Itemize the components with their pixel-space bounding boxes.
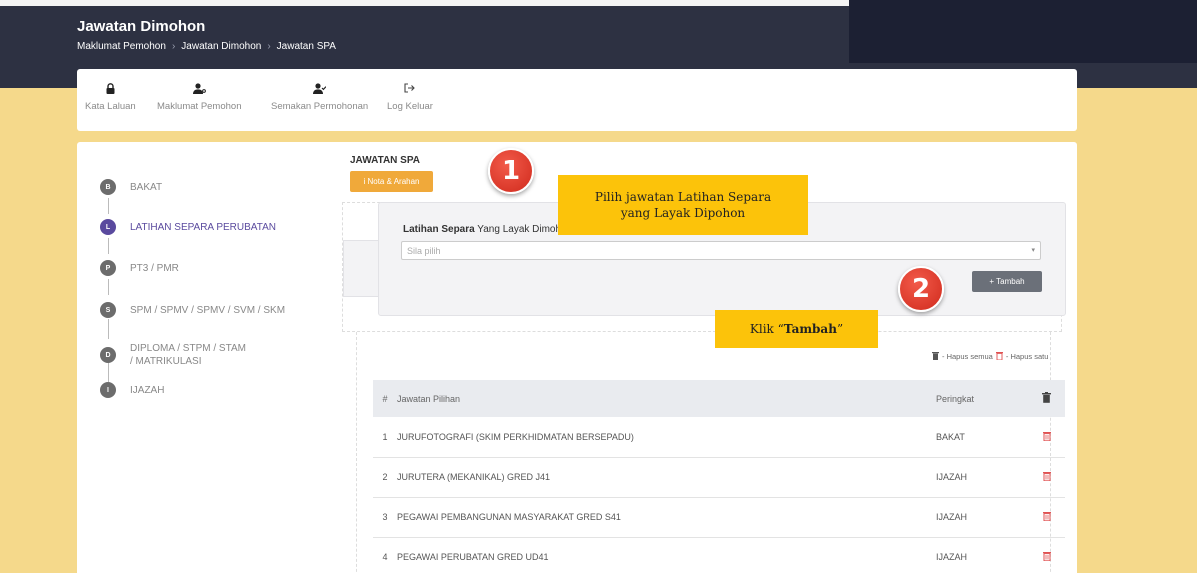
row-number: 1 bbox=[373, 417, 397, 458]
step-diploma[interactable]: D DIPLOMA / STPM / STAM / MATRIKULASI bbox=[100, 342, 250, 368]
step-badge: P bbox=[100, 260, 116, 276]
stepper-line bbox=[108, 198, 109, 214]
step-label: LATIHAN SEPARA PERUBATAN bbox=[130, 221, 276, 233]
header-corner-panel bbox=[849, 0, 1197, 63]
jawatan-table: # Jawatan Pilihan Peringkat 1 JURUFOTOGR… bbox=[373, 380, 1065, 573]
breadcrumb-separator: › bbox=[171, 41, 176, 52]
step-ijazah[interactable]: I IJAZAH bbox=[100, 382, 164, 398]
nav-card: Kata Laluan Maklumat Pemohon Semakan Per… bbox=[77, 69, 1077, 131]
select-label-bold: Latihan Separa bbox=[403, 224, 475, 235]
stepper-line bbox=[108, 279, 109, 295]
hapus-satu-label: - Hapus satu bbox=[1005, 352, 1049, 361]
delete-row-icon[interactable] bbox=[1028, 417, 1065, 458]
nav-semakan-permohonan[interactable]: Semakan Permohonan bbox=[271, 69, 368, 112]
breadcrumb-separator: › bbox=[267, 41, 271, 52]
hapus-semua-label: - Hapus semua bbox=[942, 352, 993, 361]
tambah-button[interactable]: + Tambah bbox=[972, 271, 1042, 292]
callout-klik-tambah: Klik “Tambah” bbox=[715, 310, 878, 348]
callout-post: ” bbox=[836, 321, 844, 336]
row-jawatan: PEGAWAI PERUBATAN GRED UD41 bbox=[397, 537, 936, 573]
table-row: 2 JURUTERA (MEKANIKAL) GRED J41 IJAZAH bbox=[373, 457, 1065, 498]
nota-arahan-button[interactable]: i Nota & Arahan bbox=[350, 171, 433, 192]
lock-icon bbox=[106, 81, 115, 95]
trash-all-icon bbox=[932, 351, 939, 362]
user-check-icon bbox=[313, 81, 327, 95]
breadcrumb: Maklumat Pemohon › Jawatan Dimohon › Jaw… bbox=[77, 41, 336, 52]
stepper-line bbox=[108, 319, 109, 339]
nav-log-keluar[interactable]: Log Keluar bbox=[387, 69, 433, 112]
sign-out-icon bbox=[404, 81, 416, 95]
nav-label: Semakan Permohonan bbox=[271, 101, 369, 112]
table-row: 3 PEGAWAI PEMBANGUNAN MASYARAKAT GRED S4… bbox=[373, 497, 1065, 538]
row-jawatan: PEGAWAI PEMBANGUNAN MASYARAKAT GRED S41 bbox=[397, 497, 936, 538]
nav-label: Log Keluar bbox=[387, 101, 433, 112]
step-badge: S bbox=[100, 302, 116, 318]
row-number: 4 bbox=[373, 537, 397, 573]
user-key-icon bbox=[192, 81, 206, 95]
table-header-row: # Jawatan Pilihan Peringkat bbox=[373, 380, 1065, 417]
callout-pre: Klik “ bbox=[749, 321, 784, 336]
row-number: 3 bbox=[373, 497, 397, 538]
step-1-badge: 1 bbox=[488, 148, 534, 194]
row-jawatan: JURUFOTOGRAFI (SKIM PERKHIDMATAN BERSEPA… bbox=[397, 417, 936, 458]
page-title: Jawatan Dimohon bbox=[77, 18, 206, 35]
row-peringkat: IJAZAH bbox=[936, 497, 1028, 538]
col-header-no: # bbox=[373, 380, 397, 417]
row-peringkat: IJAZAH bbox=[936, 537, 1028, 573]
chevron-down-icon: ▾ bbox=[1031, 247, 1035, 254]
step-latihan-separa-perubatan[interactable]: L LATIHAN SEPARA PERUBATAN bbox=[100, 219, 276, 235]
trash-one-icon bbox=[995, 351, 1003, 362]
step-label: SPM / SPMV / SPMV / SVM / SKM bbox=[130, 304, 286, 316]
delete-all-icon[interactable] bbox=[1028, 380, 1065, 417]
jawatan-select[interactable]: Sila pilih ▾ bbox=[401, 241, 1041, 260]
step-pt3-pmr[interactable]: P PT3 / PMR bbox=[100, 260, 179, 276]
step-label: IJAZAH bbox=[130, 384, 165, 396]
row-jawatan: JURUTERA (MEKANIKAL) GRED J41 bbox=[397, 457, 936, 498]
table-row: 4 PEGAWAI PERUBATAN GRED UD41 IJAZAH bbox=[373, 537, 1065, 573]
step-spm[interactable]: S SPM / SPMV / SPMV / SVM / SKM bbox=[100, 302, 285, 318]
step-label: DIPLOMA / STPM / STAM / MATRIKULASI bbox=[130, 343, 246, 367]
col-header-jawatan: Jawatan Pilihan bbox=[397, 380, 936, 417]
row-peringkat: IJAZAH bbox=[936, 457, 1028, 498]
nav-maklumat-pemohon[interactable]: Maklumat Pemohon bbox=[157, 69, 241, 112]
delete-row-icon[interactable] bbox=[1028, 497, 1065, 538]
nav-label: Kata Laluan bbox=[85, 101, 136, 112]
step-2-badge: 2 bbox=[898, 266, 944, 312]
step-badge: L bbox=[100, 219, 116, 235]
step-badge: D bbox=[100, 347, 116, 363]
section-title: JAWATAN SPA bbox=[350, 155, 421, 166]
side-panel bbox=[343, 240, 381, 297]
step-bakat[interactable]: B BAKAT bbox=[100, 179, 162, 195]
select-placeholder: Sila pilih bbox=[407, 245, 441, 256]
callout-bold: Tambah bbox=[783, 321, 837, 336]
row-number: 2 bbox=[373, 457, 397, 498]
step-badge: I bbox=[100, 382, 116, 398]
nav-label: Maklumat Pemohon bbox=[157, 101, 242, 112]
step-label: PT3 / PMR bbox=[130, 262, 179, 274]
delete-row-icon[interactable] bbox=[1028, 457, 1065, 498]
table-row: 1 JURUFOTOGRAFI (SKIM PERKHIDMATAN BERSE… bbox=[373, 417, 1065, 458]
breadcrumb-item-jawatan-spa: Jawatan SPA bbox=[276, 41, 336, 52]
callout-pilih-jawatan: Pilih jawatan Latihan Separa yang Layak … bbox=[558, 175, 808, 235]
nav-kata-laluan[interactable]: Kata Laluan bbox=[85, 69, 136, 112]
delete-legend: - Hapus semua - Hapus satu bbox=[932, 351, 1048, 362]
step-badge: B bbox=[100, 179, 116, 195]
select-label: Latihan Separa Yang Layak Dimohon bbox=[403, 224, 572, 235]
row-peringkat: BAKAT bbox=[936, 417, 1028, 458]
breadcrumb-item-jawatan-dimohon[interactable]: Jawatan Dimohon bbox=[181, 41, 261, 52]
step-label: BAKAT bbox=[130, 181, 163, 193]
breadcrumb-item-maklumat[interactable]: Maklumat Pemohon bbox=[77, 41, 166, 52]
stepper-line bbox=[108, 238, 109, 254]
delete-row-icon[interactable] bbox=[1028, 537, 1065, 573]
col-header-peringkat: Peringkat bbox=[936, 380, 1028, 417]
